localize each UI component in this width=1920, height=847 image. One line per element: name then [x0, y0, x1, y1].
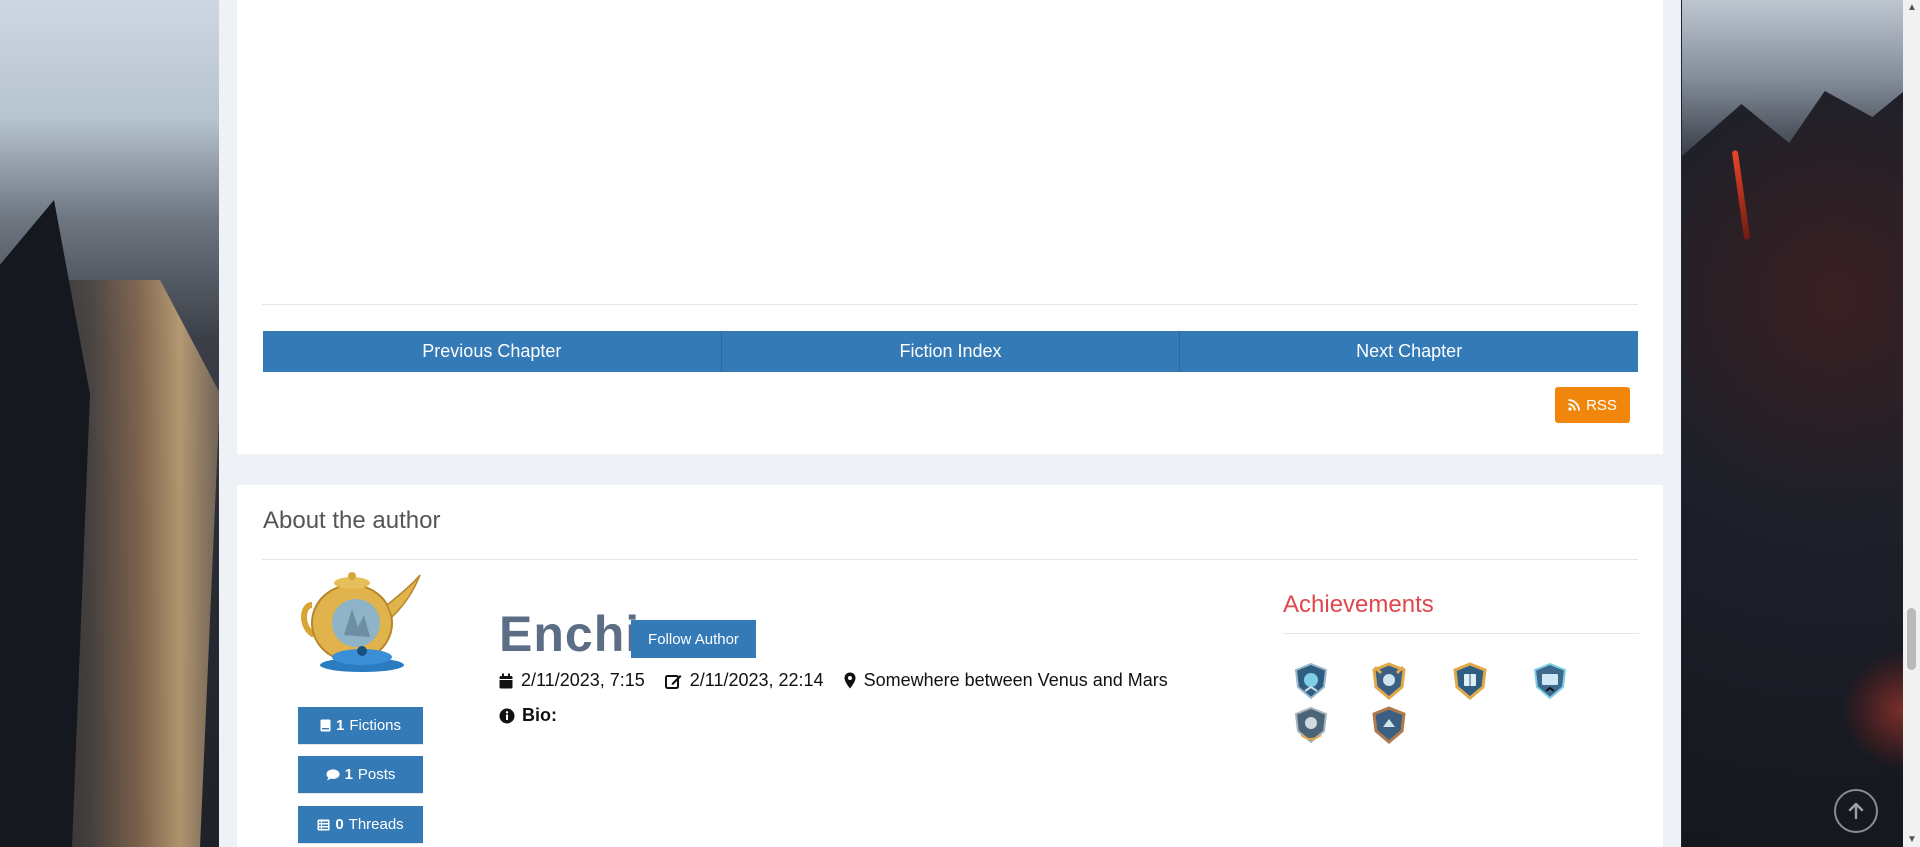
- badge-steel-shield-icon[interactable]: [1291, 705, 1331, 745]
- info-circle-icon: [499, 708, 515, 723]
- joined-date: 2/11/2023, 7:15: [499, 670, 645, 691]
- background-trees: [1682, 0, 1920, 156]
- achievements-divider: [1283, 633, 1639, 634]
- calendar-icon: [499, 673, 513, 688]
- about-author-card: About the author 1 Fictions 1 Posts 0 Th…: [237, 485, 1663, 847]
- threads-label: Threads: [348, 816, 404, 833]
- page-scrollbar[interactable]: ▲ ▼: [1903, 0, 1920, 847]
- author-location: Somewhere between Venus and Mars: [844, 670, 1168, 691]
- badge-gold-book-icon[interactable]: [1450, 661, 1490, 701]
- rss-label: RSS: [1586, 396, 1617, 414]
- badge-bronze-shield-icon[interactable]: [1369, 705, 1409, 745]
- last-active-date: 2/11/2023, 22:14: [664, 670, 824, 691]
- scrollbar-thumb[interactable]: [1907, 608, 1916, 670]
- posts-label: Posts: [357, 766, 396, 783]
- achievements-heading: Achievements: [1283, 591, 1434, 618]
- rss-icon: [1568, 399, 1580, 411]
- threads-count: 0: [335, 816, 344, 833]
- author-meta: 2/11/2023, 7:15 2/11/2023, 22:14 Somewhe…: [499, 670, 1188, 691]
- bio-label: Bio:: [522, 705, 557, 725]
- fictions-count: 1: [335, 717, 345, 734]
- badge-silver-screen-icon[interactable]: [1530, 661, 1570, 701]
- comment-icon: [326, 768, 340, 780]
- bio: Bio:: [499, 705, 557, 726]
- location-text: Somewhere between Venus and Mars: [863, 670, 1168, 690]
- main-content: Previous Chapter Fiction Index Next Chap…: [219, 0, 1681, 847]
- edit-icon: [664, 674, 682, 689]
- chapter-navigation: Previous Chapter Fiction Index Next Chap…: [263, 331, 1638, 372]
- scroll-down-icon[interactable]: ▼: [1907, 835, 1917, 845]
- background-art-left: [0, 0, 220, 847]
- book-icon: [320, 719, 331, 732]
- author-name[interactable]: Enchi: [499, 605, 640, 663]
- badge-gold-shield-icon[interactable]: [1369, 661, 1409, 701]
- fictions-button[interactable]: 1 Fictions: [298, 707, 423, 744]
- background-ember-streak: [1731, 150, 1751, 240]
- threads-button[interactable]: 0 Threads: [298, 806, 423, 843]
- author-avatar[interactable]: [292, 565, 424, 675]
- back-to-top-button[interactable]: [1834, 789, 1878, 833]
- list-icon: [317, 819, 330, 830]
- rss-button[interactable]: RSS: [1555, 387, 1630, 423]
- chapter-divider: [262, 304, 1638, 305]
- badge-silver-shield-icon[interactable]: [1291, 661, 1331, 701]
- posts-button[interactable]: 1 Posts: [298, 756, 423, 793]
- fictions-label: Fictions: [349, 717, 402, 734]
- last-active-text: 2/11/2023, 22:14: [689, 670, 824, 690]
- next-chapter-button[interactable]: Next Chapter: [1180, 331, 1638, 372]
- joined-date-text: 2/11/2023, 7:15: [521, 670, 645, 690]
- fiction-index-button[interactable]: Fiction Index: [722, 331, 1181, 372]
- scroll-up-icon[interactable]: ▲: [1907, 3, 1917, 13]
- about-author-heading: About the author: [263, 507, 441, 534]
- arrow-up-icon: [1848, 802, 1864, 820]
- posts-count: 1: [344, 766, 353, 783]
- about-divider: [262, 559, 1638, 560]
- previous-chapter-button[interactable]: Previous Chapter: [263, 331, 722, 372]
- follow-author-button[interactable]: Follow Author: [631, 620, 756, 658]
- map-marker-icon: [844, 672, 856, 689]
- background-art-right: [1682, 0, 1920, 847]
- chapter-card: Previous Chapter Fiction Index Next Chap…: [237, 0, 1663, 454]
